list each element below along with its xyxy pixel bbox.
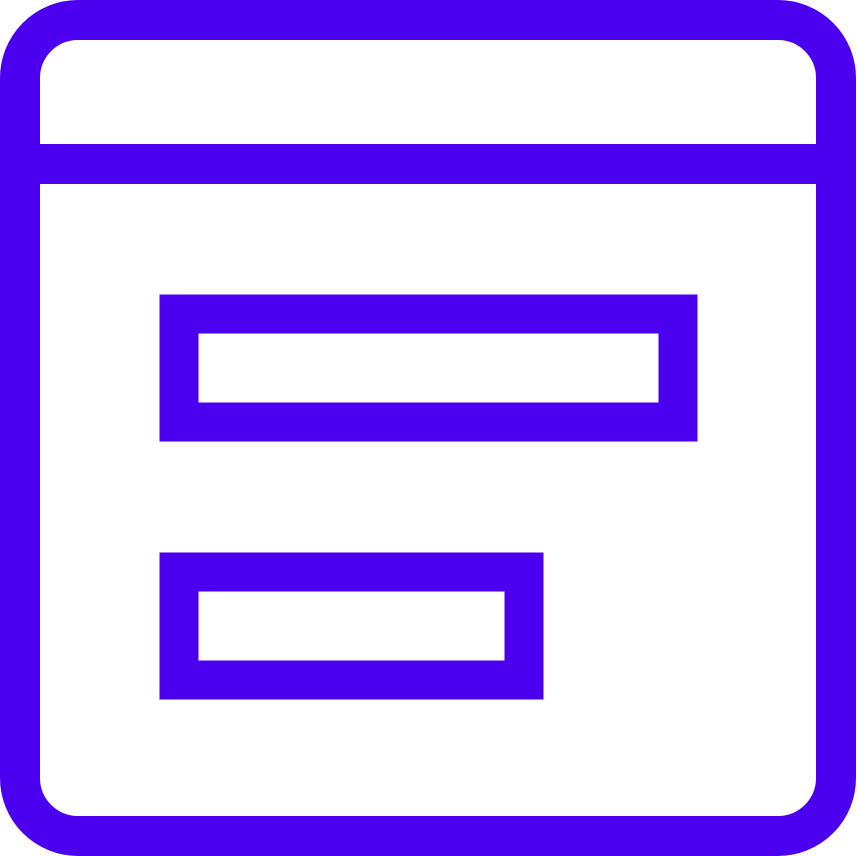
form-field-2 (159, 552, 544, 700)
icon-svg (0, 0, 856, 856)
form-field-1 (159, 294, 698, 442)
browser-window-form-icon (0, 0, 857, 856)
